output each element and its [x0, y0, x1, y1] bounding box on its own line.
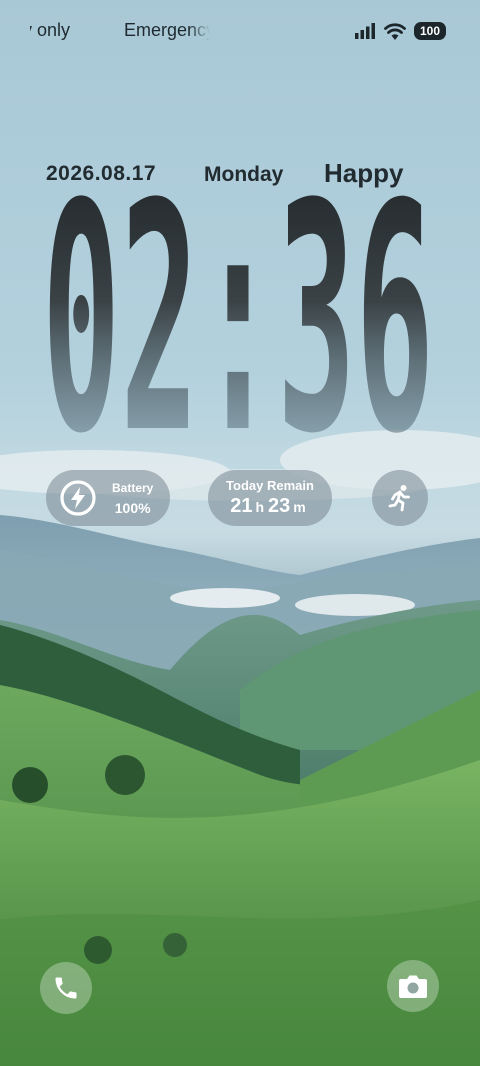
carrier-label-1: Emergency only: [30, 20, 70, 40]
remain-hours: 21: [230, 495, 253, 517]
wifi-icon: [384, 22, 406, 40]
battery-label: Battery: [112, 480, 154, 495]
camera-icon: [399, 975, 427, 998]
greeting-text: Happy: [324, 158, 404, 188]
date-text: 2026.08.17: [46, 162, 157, 185]
battery-widget[interactable]: Battery 100%: [46, 470, 170, 526]
phone-icon: [55, 977, 77, 999]
clock-time-text: 02:36: [42, 188, 434, 438]
date-line: 2026.08.17 Monday Happy: [46, 158, 426, 190]
remain-minutes: 23: [268, 495, 291, 517]
lock-screen: Emergency only Emergency 100 2026.08.17 …: [0, 0, 480, 1066]
today-remain-title: Today Remain: [226, 478, 314, 493]
remain-minutes-unit: m: [293, 499, 306, 515]
clock-time: 02:36: [42, 188, 434, 438]
battery-value: 100%: [114, 499, 151, 516]
remain-hours-unit: h: [255, 499, 265, 515]
carrier-label-2: Emergency: [124, 20, 210, 40]
today-remain-widget[interactable]: Today Remain 21 h 23 m: [208, 470, 332, 526]
weekday-text: Monday: [204, 163, 284, 186]
battery-badge: 100: [413, 22, 446, 40]
today-remain-value: 21 h 23 m: [230, 495, 310, 518]
running-icon: [388, 485, 410, 512]
status-bar-indicators: 100: [354, 19, 446, 43]
phone-shortcut-button[interactable]: [40, 962, 92, 1014]
bolt-icon: [60, 480, 96, 516]
activity-widget[interactable]: [372, 470, 428, 526]
status-bar-carriers: Emergency only Emergency: [0, 18, 220, 44]
camera-shortcut-button[interactable]: [387, 960, 439, 1012]
signal-icon: [354, 23, 375, 39]
